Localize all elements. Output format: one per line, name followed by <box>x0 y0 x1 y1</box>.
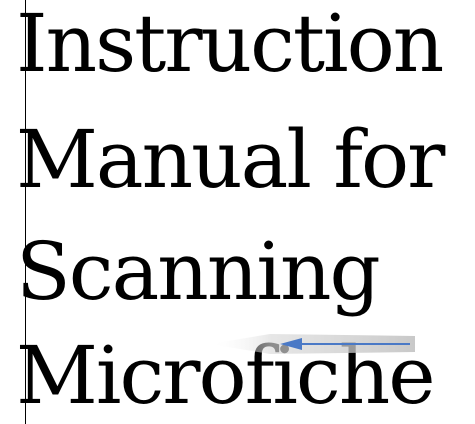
title-line-2: Manual for <box>16 113 445 206</box>
title-line-1: Instruction <box>16 0 444 90</box>
document-page: Instruction Manual for Scanning Microfic… <box>0 0 475 424</box>
title-line-3: Scanning <box>16 225 381 318</box>
left-arrow-icon <box>210 330 420 358</box>
